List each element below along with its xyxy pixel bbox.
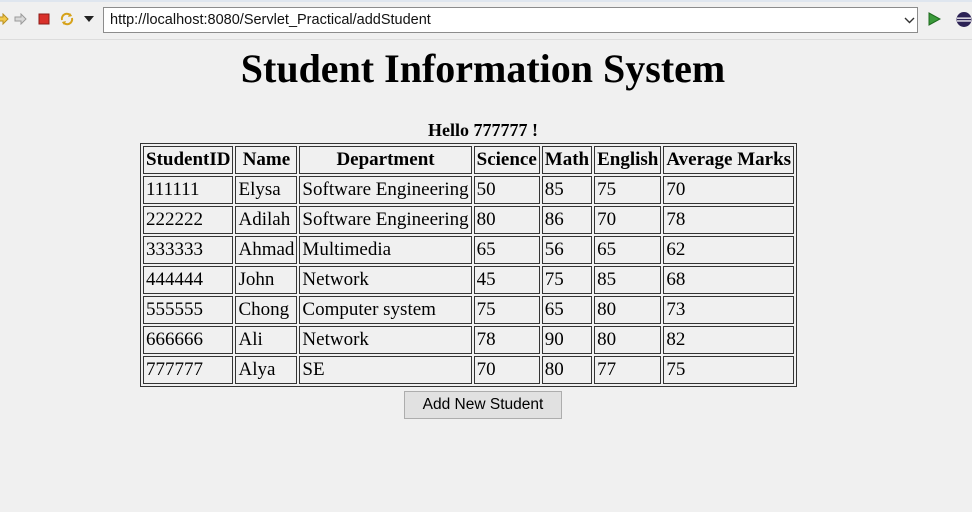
back-arrow-icon[interactable] — [0, 10, 10, 28]
url-input[interactable]: http://localhost:8080/Servlet_Practical/… — [103, 7, 918, 33]
table-cell: 80 — [473, 206, 540, 234]
table-cell: 75 — [541, 266, 593, 294]
column-header: Math — [541, 146, 593, 174]
table-cell: Multimedia — [299, 236, 472, 264]
table-cell: 90 — [541, 326, 593, 354]
column-header: Name — [235, 146, 298, 174]
table-cell: 70 — [594, 206, 662, 234]
table-row: 222222 Adilah Software Engineering 80 86 70 78 — [143, 206, 795, 234]
table-row: 777777 Alya SE 70 80 77 75 — [143, 356, 795, 384]
address-dropdown-icon[interactable] — [901, 7, 918, 33]
column-header: Science — [473, 146, 540, 174]
table-cell: John — [235, 266, 298, 294]
table-cell: 333333 — [143, 236, 234, 264]
table-cell: Network — [299, 266, 472, 294]
table-row: 111111 Elysa Software Engineering 50 85 75 70 — [143, 176, 795, 204]
add-new-student-button[interactable]: Add New Student — [404, 391, 562, 419]
table-cell: 75 — [473, 296, 540, 324]
table-cell: 80 — [594, 326, 662, 354]
table-cell: 555555 — [143, 296, 234, 324]
refresh-icon[interactable] — [59, 10, 75, 28]
table-cell: Ahmad — [235, 236, 298, 264]
table-cell: 82 — [663, 326, 795, 354]
greeting-text: Hello 777777 ! — [428, 120, 538, 140]
table-cell: 111111 — [143, 176, 234, 204]
table-cell: Software Engineering — [299, 206, 472, 234]
table-cell: 50 — [473, 176, 540, 204]
table-cell: 444444 — [143, 266, 234, 294]
table-cell: Ali — [235, 326, 298, 354]
table-cell: Adilah — [235, 206, 298, 234]
table-cell: Software Engineering — [299, 176, 472, 204]
go-play-icon[interactable] — [926, 10, 942, 28]
table-cell: 78 — [473, 326, 540, 354]
table-cell: Elysa — [235, 176, 298, 204]
table-cell: 62 — [663, 236, 795, 264]
table-cell: Computer system — [299, 296, 472, 324]
table-cell: Network — [299, 326, 472, 354]
page-title: Student Information System — [240, 46, 726, 91]
table-cell: 80 — [594, 296, 662, 324]
table-cell: 75 — [594, 176, 662, 204]
forward-arrow-icon[interactable] — [12, 10, 28, 28]
table-cell: 666666 — [143, 326, 234, 354]
table-cell: 777777 — [143, 356, 234, 384]
table-cell: 70 — [663, 176, 795, 204]
table-cell: 77 — [594, 356, 662, 384]
table-row: 333333 Ahmad Multimedia 65 56 65 62 — [143, 236, 795, 264]
browser-toolbar: http://localhost:8080/Servlet_Practical/… — [0, 0, 972, 40]
table-cell: SE — [299, 356, 472, 384]
table-cell: 45 — [473, 266, 540, 294]
column-header: Department — [299, 146, 472, 174]
column-header: English — [594, 146, 662, 174]
table-cell: 73 — [663, 296, 795, 324]
table-cell: 78 — [663, 206, 795, 234]
table-cell: 65 — [473, 236, 540, 264]
stop-icon[interactable] — [36, 10, 52, 28]
table-cell: 222222 — [143, 206, 234, 234]
column-header: StudentID — [143, 146, 234, 174]
table-cell: 65 — [594, 236, 662, 264]
table-cell: 68 — [663, 266, 795, 294]
table-cell: 85 — [541, 176, 593, 204]
column-header: Average Marks — [663, 146, 795, 174]
eclipse-icon[interactable] — [955, 10, 972, 28]
table-cell: 56 — [541, 236, 593, 264]
table-row: 555555 Chong Computer system 75 65 80 73 — [143, 296, 795, 324]
table-cell: Alya — [235, 356, 298, 384]
menu-dropdown-icon[interactable] — [81, 10, 97, 28]
table-cell: Chong — [235, 296, 298, 324]
table-header-row: StudentID Name Department Science Math Englis… — [143, 146, 795, 174]
table-cell: 70 — [473, 356, 540, 384]
student-table: StudentID Name Department Science Math Englis… — [140, 143, 798, 387]
table-cell: 65 — [541, 296, 593, 324]
table-row: 444444 John Network 45 75 85 68 — [143, 266, 795, 294]
table-body: 111111 Elysa Software Engineering 50 85 75 70 2… — [143, 176, 795, 384]
table-cell: 86 — [541, 206, 593, 234]
table-row: 666666 Ali Network 78 90 80 82 — [143, 326, 795, 354]
table-cell: 85 — [594, 266, 662, 294]
table-cell: 75 — [663, 356, 795, 384]
toolbar-top-edge — [0, 0, 972, 2]
table-cell: 80 — [541, 356, 593, 384]
